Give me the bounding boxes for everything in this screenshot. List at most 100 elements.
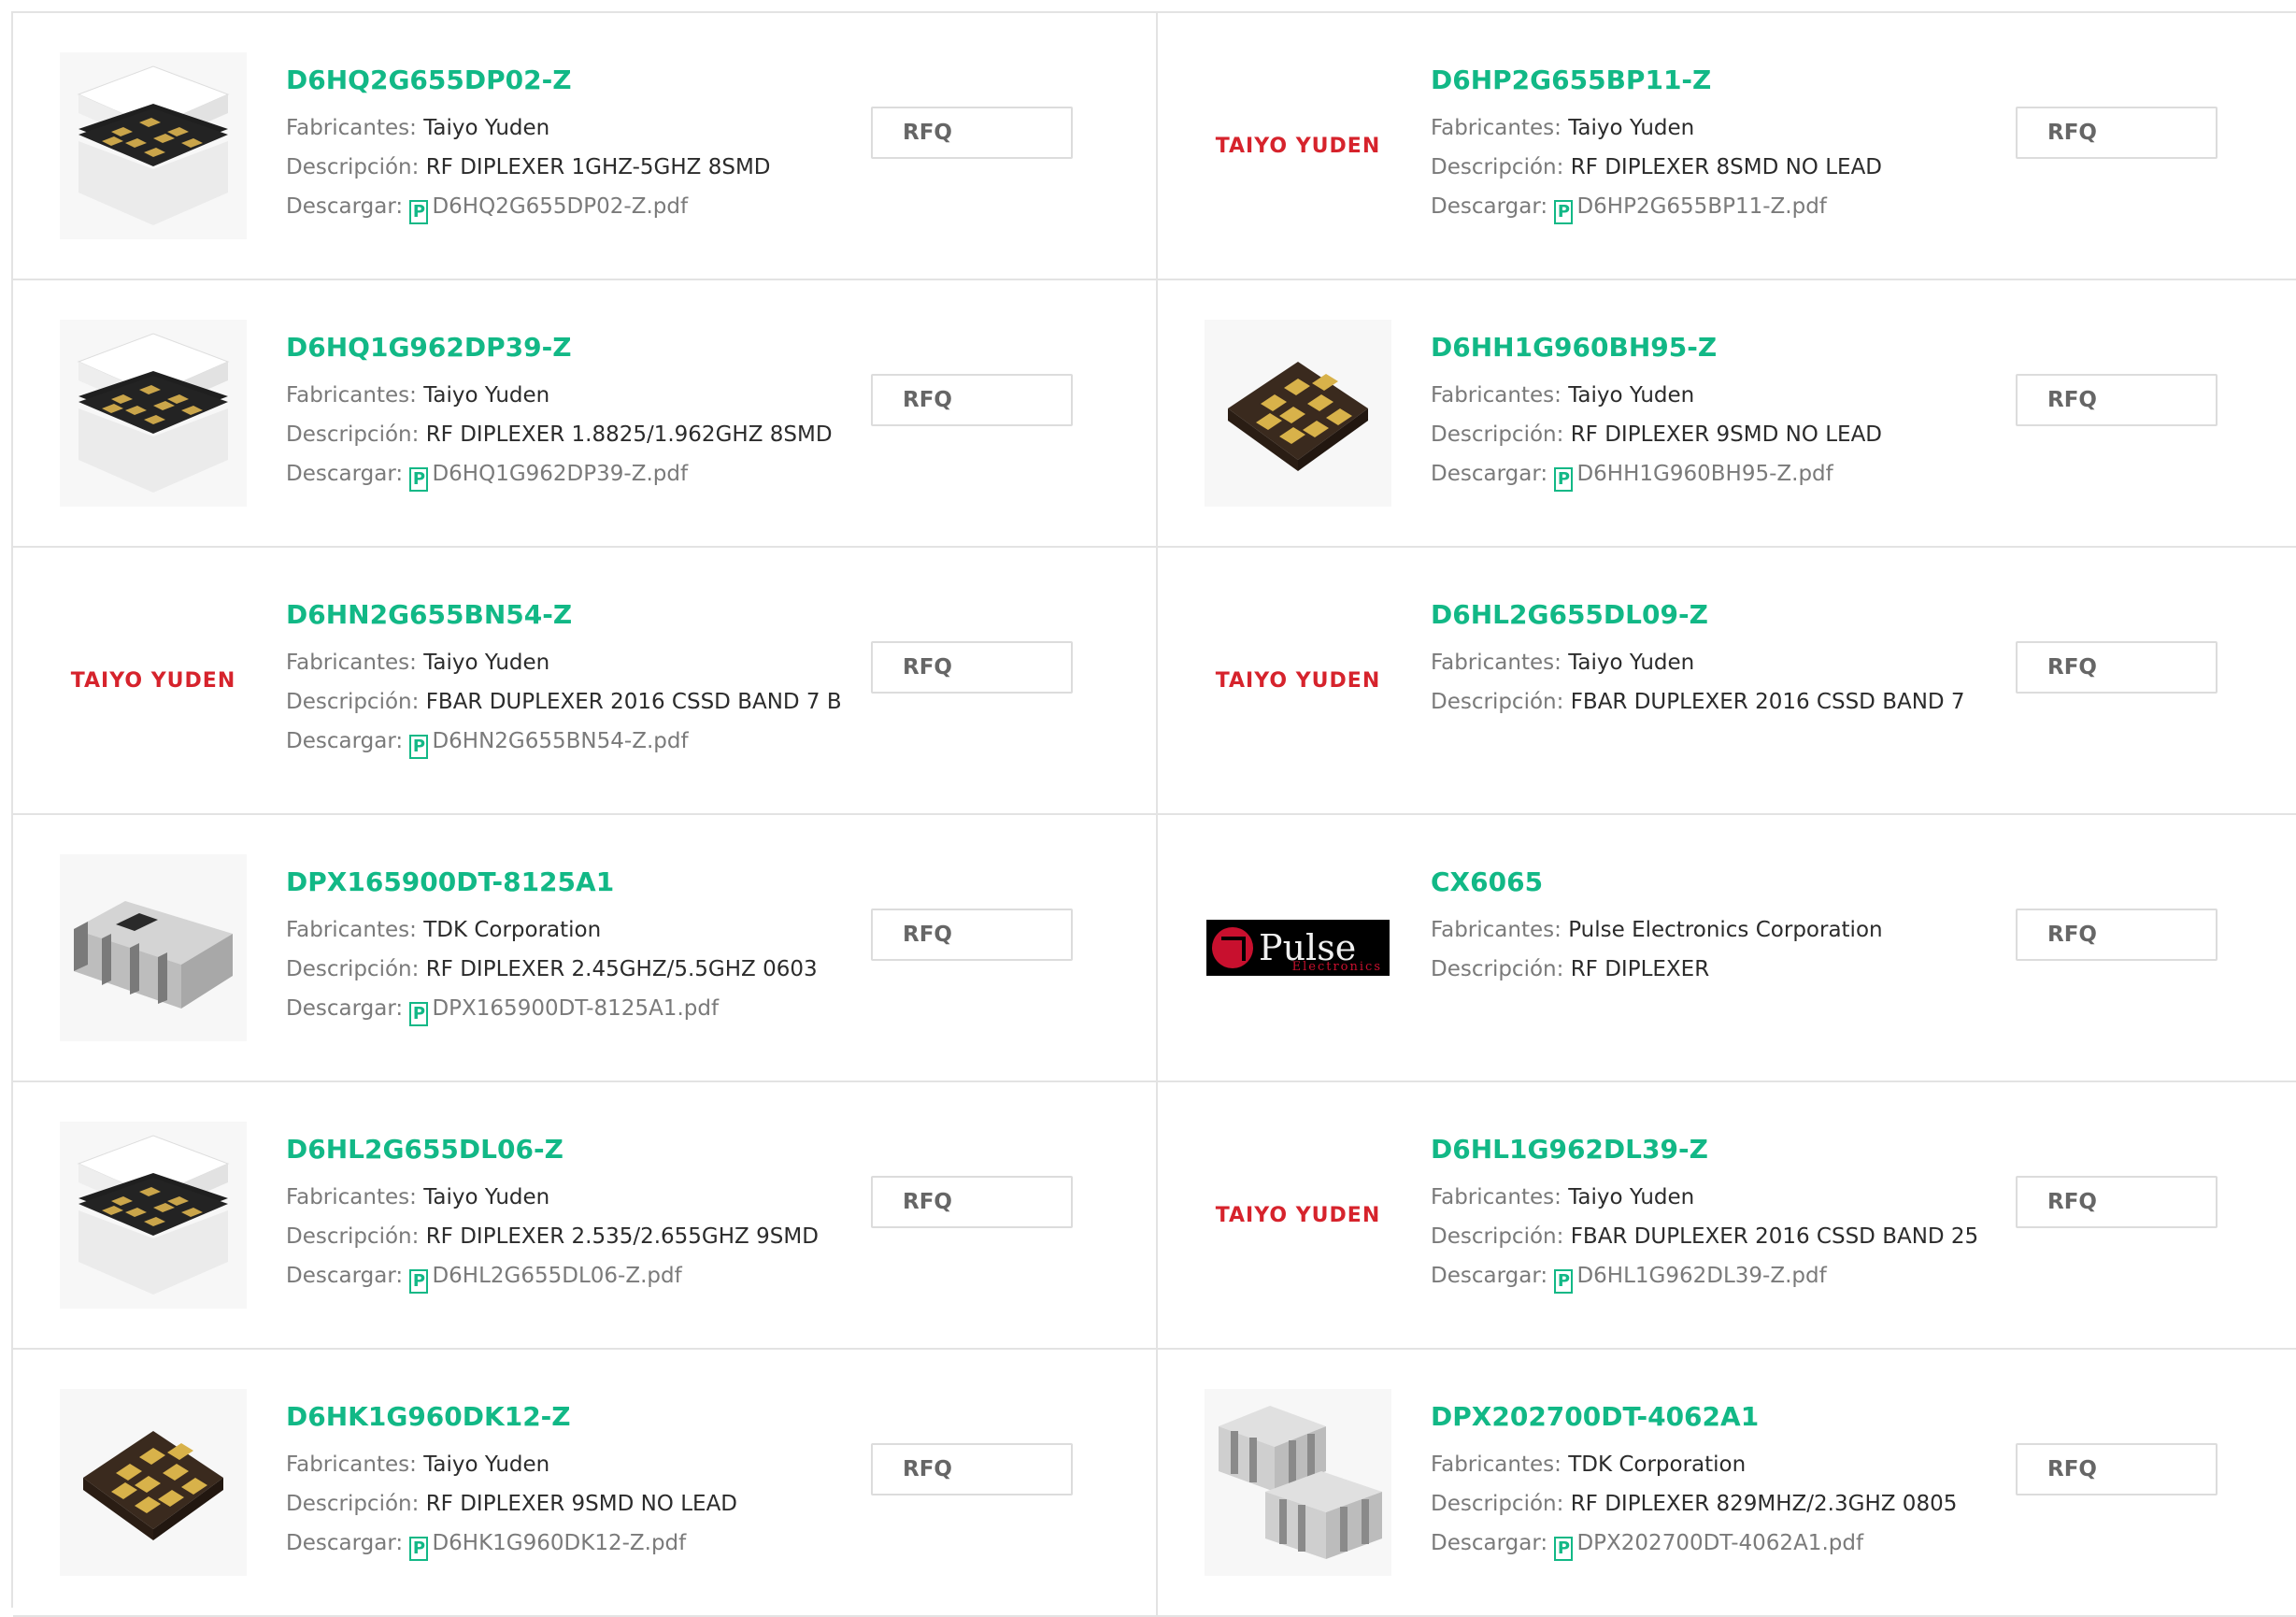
description-row: Descripción: RF DIPLEXER 2.45GHZ/5.5GHZ … [286,950,847,989]
manufacturer-row-label: Fabricantes: [1431,651,1569,675]
description-row-value: RF DIPLEXER 2.535/2.655GHZ 9SMD [425,1224,819,1249]
pulse-electronics-logo[interactable]: Pulse Electronics [1205,854,1391,1041]
product-part-link[interactable]: D6HL2G655DL09-Z [1431,596,1991,634]
product-card: DPX202700DT-4062A1 Fabricantes: TDK Corpo… [1158,1350,2296,1617]
product-card: TAIYO YUDEN D6HP2G655BP11-Z Fabricantes: T… [1158,13,2296,280]
manufacturer-row: Fabricantes: TDK Corporation [286,910,847,950]
rfq-button[interactable]: RFQ [871,909,1073,961]
product-part-link[interactable]: D6HL1G962DL39-Z [1431,1131,1991,1168]
rfq-button[interactable]: RFQ [871,107,1073,159]
description-row: Descripción: FBAR DUPLEXER 2016 CSSD BAN… [1431,1217,1991,1256]
datasheet-pdf-link[interactable]: P DPX202700DT-4062A1.pdf [1554,1531,1863,1561]
product-part-link[interactable]: D6HP2G655BP11-Z [1431,62,1991,99]
description-row: Descripción: FBAR DUPLEXER 2016 CSSD BAN… [286,682,847,722]
product-image[interactable] [1205,1389,1391,1576]
datasheet-pdf-link[interactable]: P D6HQ2G655DP02-Z.pdf [409,194,689,224]
rfq-button[interactable]: RFQ [2016,1443,2218,1495]
rfq-button[interactable]: RFQ [2016,909,2218,961]
rfq-button[interactable]: RFQ [871,1443,1073,1495]
product-part-link[interactable]: D6HH1G960BH95-Z [1431,329,1991,366]
description-row-label: Descripción: [1431,155,1571,179]
description-row-label: Descripción: [1431,422,1571,447]
product-image[interactable] [60,320,247,507]
download-row: Descargar: P D6HL2G655DL06-Z.pdf [286,1256,847,1295]
description-row-value: RF DIPLEXER [1570,957,1710,981]
description-row-value: RF DIPLEXER 8SMD NO LEAD [1570,155,1883,179]
description-row-value: RF DIPLEXER 9SMD NO LEAD [425,1492,738,1516]
download-row: Descargar: P D6HN2G655BN54-Z.pdf [286,722,847,761]
description-row-value: RF DIPLEXER 1.8825/1.962GHZ 8SMD [425,422,833,447]
product-info: DPX165900DT-8125A1 Fabricantes: TDK Corpo… [286,864,847,1028]
product-image[interactable] [1205,320,1391,507]
manufacturer-row-label: Fabricantes: [286,383,424,408]
manufacturer-row: Fabricantes: Taiyo Yuden [286,1178,847,1217]
manufacturer-row-label: Fabricantes: [286,1452,424,1477]
description-row: Descripción: RF DIPLEXER 1.8825/1.962GHZ… [286,415,847,454]
datasheet-pdf-link[interactable]: P D6HL2G655DL06-Z.pdf [409,1264,682,1294]
description-row-value: RF DIPLEXER 829MHZ/2.3GHZ 0805 [1570,1492,1958,1516]
datasheet-pdf-link[interactable]: P D6HP2G655BP11-Z.pdf [1554,194,1827,224]
taiyo-yuden-logo[interactable]: TAIYO YUDEN [1205,1122,1391,1309]
rfq-button[interactable]: RFQ [871,374,1073,426]
description-row-value: FBAR DUPLEXER 2016 CSSD BAND 7 [1570,690,1965,714]
description-row-label: Descripción: [1431,957,1571,981]
product-part-link[interactable]: D6HQ2G655DP02-Z [286,62,847,99]
product-info: D6HL1G962DL39-Z Fabricantes: Taiyo Yuden D… [1431,1131,1991,1295]
product-part-link[interactable]: D6HN2G655BN54-Z [286,596,847,634]
taiyo-yuden-logo[interactable]: TAIYO YUDEN [1205,587,1391,774]
product-card: DPX165900DT-8125A1 Fabricantes: TDK Corpo… [13,815,1158,1082]
product-part-link[interactable]: DPX165900DT-8125A1 [286,864,847,901]
manufacturer-row: Fabricantes: Taiyo Yuden [286,1445,847,1484]
product-info: D6HQ1G962DP39-Z Fabricantes: Taiyo Yuden D… [286,329,847,494]
manufacturer-row-value: TDK Corporation [423,918,602,942]
product-card: D6HK1G960DK12-Z Fabricantes: Taiyo Yuden D… [13,1350,1158,1617]
rfq-button[interactable]: RFQ [2016,374,2218,426]
pdf-filename: D6HP2G655BP11-Z.pdf [1576,194,1827,219]
manufacturer-row-value: Taiyo Yuden [1568,116,1695,140]
download-row-label: Descargar: [286,1531,410,1555]
product-card: D6HH1G960BH95-Z Fabricantes: Taiyo Yuden D… [1158,280,2296,548]
rfq-button[interactable]: RFQ [2016,107,2218,159]
product-part-link[interactable]: D6HK1G960DK12-Z [286,1398,847,1436]
manufacturer-row-label: Fabricantes: [1431,116,1569,140]
datasheet-pdf-link[interactable]: P D6HN2G655BN54-Z.pdf [409,729,689,759]
taiyo-yuden-logo[interactable]: TAIYO YUDEN [1205,52,1391,239]
taiyo-yuden-logo[interactable]: TAIYO YUDEN [60,587,247,774]
rfq-button[interactable]: RFQ [2016,1176,2218,1228]
datasheet-pdf-link[interactable]: P D6HL1G962DL39-Z.pdf [1554,1264,1827,1294]
pulse-mark-icon [1212,927,1253,968]
download-row-label: Descargar: [286,462,410,486]
manufacturer-row-value: Taiyo Yuden [423,1185,550,1209]
datasheet-pdf-link[interactable]: P DPX165900DT-8125A1.pdf [409,996,719,1026]
manufacturer-row-label: Fabricantes: [1431,918,1569,942]
datasheet-pdf-link[interactable]: P D6HK1G960DK12-Z.pdf [409,1531,686,1561]
manufacturer-row-value: Taiyo Yuden [1568,651,1695,675]
product-part-link[interactable]: D6HQ1G962DP39-Z [286,329,847,366]
description-row-label: Descripción: [286,1492,426,1516]
product-part-link[interactable]: D6HL2G655DL06-Z [286,1131,847,1168]
manufacturer-row-label: Fabricantes: [286,651,424,675]
product-card: Pulse Electronics CX6065 Fabricantes: Pulse… [1158,815,2296,1082]
description-row-value: RF DIPLEXER 9SMD NO LEAD [1570,422,1883,447]
description-row-label: Descripción: [286,1224,426,1249]
product-image[interactable] [60,854,247,1041]
rfq-button[interactable]: RFQ [2016,641,2218,694]
manufacturer-row-value: Taiyo Yuden [423,116,550,140]
description-row-label: Descripción: [286,957,426,981]
product-image[interactable] [60,1122,247,1309]
datasheet-pdf-link[interactable]: P D6HQ1G962DP39-Z.pdf [409,462,688,492]
product-part-link[interactable]: CX6065 [1431,864,1991,901]
manufacturer-row-label: Fabricantes: [286,1185,424,1209]
download-row: Descargar: P D6HL1G962DL39-Z.pdf [1431,1256,1991,1295]
product-image[interactable] [60,52,247,239]
pdf-icon: P [1554,1537,1574,1561]
rfq-button[interactable]: RFQ [871,1176,1073,1228]
description-row-value: FBAR DUPLEXER 2016 CSSD BAND 7 B [425,690,842,714]
product-image[interactable] [60,1389,247,1576]
manufacturer-row: Fabricantes: Taiyo Yuden [1431,376,1991,415]
pdf-filename: D6HQ2G655DP02-Z.pdf [432,194,689,219]
datasheet-pdf-link[interactable]: P D6HH1G960BH95-Z.pdf [1554,462,1833,492]
product-part-link[interactable]: DPX202700DT-4062A1 [1431,1398,1991,1436]
pdf-filename: D6HL1G962DL39-Z.pdf [1576,1264,1827,1288]
rfq-button[interactable]: RFQ [871,641,1073,694]
